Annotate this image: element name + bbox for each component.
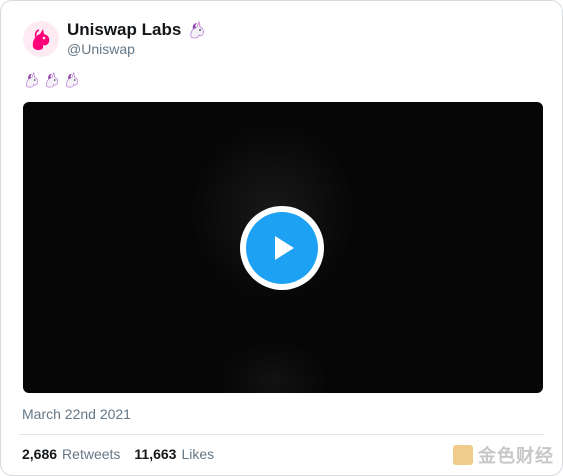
tweet-body-emojis (23, 71, 81, 89)
tweet-stats: 2,686 Retweets 11,663 Likes (22, 446, 214, 462)
play-icon (275, 236, 294, 260)
retweets-label[interactable]: Retweets (62, 446, 120, 462)
unicorn-icon (66, 71, 79, 88)
watermark-text: 金色财经 (478, 446, 554, 466)
retweets-count[interactable]: 2,686 (22, 446, 57, 462)
author-handle[interactable]: @Uniswap (67, 41, 135, 57)
tweet-card: Uniswap Labs @Uniswap March 22nd 2021 2,… (0, 0, 563, 476)
likes-label[interactable]: Likes (181, 446, 214, 462)
play-button[interactable] (240, 206, 324, 290)
tweet-date[interactable]: March 22nd 2021 (22, 406, 131, 422)
author-name-row: Uniswap Labs (67, 20, 207, 40)
video-player[interactable] (23, 102, 543, 393)
author-avatar[interactable] (23, 21, 59, 57)
play-button-circle (246, 212, 318, 284)
uniswap-unicorn-icon (32, 29, 50, 50)
watermark: 金色财经 (453, 442, 554, 468)
unicorn-icon (46, 71, 59, 88)
author-name[interactable]: Uniswap Labs (67, 20, 181, 40)
unicorn-icon (190, 20, 205, 39)
likes-count[interactable]: 11,663 (134, 446, 176, 462)
divider (19, 434, 544, 435)
watermark-logo-icon (453, 445, 473, 465)
unicorn-icon (26, 71, 39, 88)
